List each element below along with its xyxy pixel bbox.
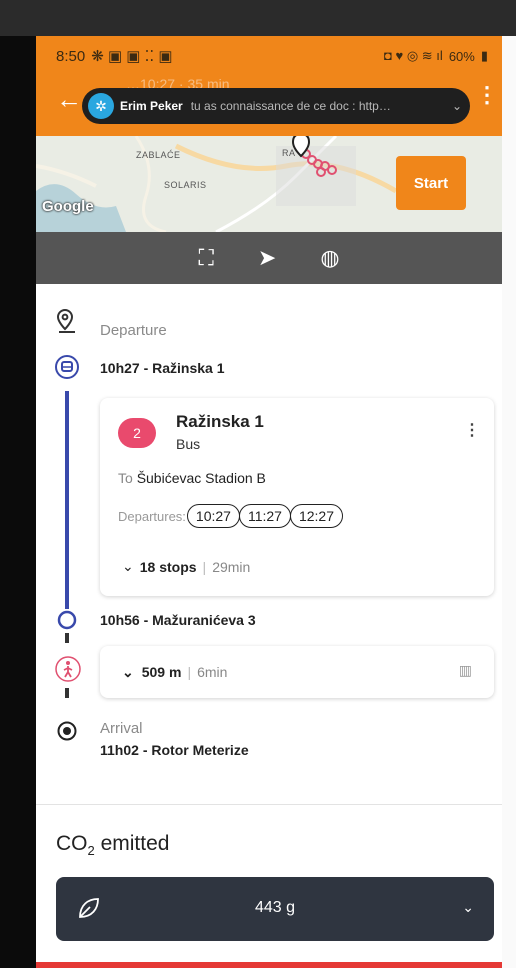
section-divider <box>36 804 502 805</box>
phone-screen: 8:50 ❋ ▣ ▣ ⁚⁚ ▣ ◘ ♥ ◎ ≋ ıl 60% ▮ …10:27 … <box>36 36 502 962</box>
route-map[interactable]: ZABLAĆE SOLARIS RA Google Start <box>36 136 502 232</box>
direction-prefix: To <box>118 470 133 486</box>
chevron-down-icon: ⌄ <box>122 663 134 680</box>
walk-duration: 6min <box>197 664 228 680</box>
co2-title: CO2 emitted <box>56 832 170 859</box>
status-bar: 8:50 ❋ ▣ ▣ ⁚⁚ ▣ ◘ ♥ ◎ ≋ ıl 60% ▮ <box>36 36 502 76</box>
departure-time-pill[interactable]: 10:27 <box>186 504 240 528</box>
walk-distance: 509 m <box>141 664 182 680</box>
device-top-bar <box>0 0 516 36</box>
co2-title-text: emitted <box>100 832 170 855</box>
app-header: 8:50 ❋ ▣ ▣ ⁚⁚ ▣ ◘ ♥ ◎ ≋ ıl 60% ▮ …10:27 … <box>36 36 502 136</box>
co2-value: 443 g <box>254 899 296 916</box>
leg1-departure: 10h27 - Ražinska 1 <box>100 360 225 376</box>
back-arrow-icon[interactable]: ← <box>56 86 82 112</box>
card-more-icon[interactable]: ⋮ <box>464 420 480 440</box>
departure-time-pill[interactable]: 12:27 <box>289 504 344 528</box>
route-badge: 2 <box>118 418 156 448</box>
transit-mode: Bus <box>176 436 201 452</box>
notification-avatar: ✲ <box>88 93 114 119</box>
walking-icon <box>54 655 82 683</box>
walk-dash <box>65 633 69 643</box>
departures-label: Departures: <box>118 508 186 524</box>
departures-row: Departures: 10:27 11:27 12:27 <box>118 504 344 528</box>
fullscreen-icon[interactable]: ⛶ <box>198 247 213 269</box>
bottom-accent-line <box>36 962 502 968</box>
device-right-margin <box>502 36 516 968</box>
locate-arrow-icon[interactable]: ➤ <box>258 247 276 269</box>
walk-card[interactable]: ⌄ 509 m | 6min ▥ <box>100 646 494 698</box>
direction-name: Šubićevac Stadion B <box>136 470 266 486</box>
leg2-stop: 10h56 - Mažuranićeva 3 <box>100 612 256 628</box>
chevron-down-icon[interactable]: ⌄ <box>462 899 474 916</box>
status-right: ◘ ♥ ◎ ≋ ıl 60% ▮ <box>384 48 488 64</box>
battery-percent: 60% <box>448 48 475 64</box>
notification-sender: Erim Peker <box>120 99 183 113</box>
transit-line <box>65 391 69 609</box>
stops-count: 18 stops <box>139 558 197 575</box>
map-toolbar: ⛶ ➤ ◍ <box>36 232 502 284</box>
chevron-down-icon[interactable]: ⌄ <box>452 99 462 113</box>
notification-message: tu as connaissance de ce doc : http… <box>190 99 391 113</box>
departure-time-pill[interactable]: 11:27 <box>238 504 291 528</box>
google-attribution: Google <box>42 198 94 215</box>
map-label-zablace: ZABLAĆE <box>136 150 181 160</box>
map-label-solaris: SOLARIS <box>164 180 207 190</box>
transit-stop-name: Ražinska 1 <box>176 412 264 431</box>
status-time: 8:50 <box>56 47 86 65</box>
stops-toggle[interactable]: ⌄ 18 stops | 29min <box>122 558 250 575</box>
separator: | <box>187 664 192 680</box>
departure-label: Departure <box>100 322 167 339</box>
arrival-time-stop: 11h02 - Rotor Meterize <box>100 742 249 758</box>
arrival-icon <box>54 718 80 744</box>
transit-card[interactable]: 2 Ražinska 1 Bus ⋮ To Šubićevac Stadion … <box>100 398 494 596</box>
transit-duration: 29min <box>212 558 251 575</box>
battery-icon: ▮ <box>480 48 488 63</box>
chevron-down-icon: ⌄ <box>122 558 134 574</box>
notification-bubble[interactable]: ✲ Erim Peker tu as connaissance de ce do… <box>82 88 470 124</box>
bus-stop-icon <box>54 354 80 380</box>
arrival-label: Arrival <box>100 720 143 737</box>
departure-pin-icon <box>54 308 80 338</box>
transit-direction: To Šubićevac Stadion B <box>118 470 266 486</box>
start-button[interactable]: Start <box>396 156 466 210</box>
globe-icon[interactable]: ◍ <box>320 247 339 269</box>
walk-dash <box>65 688 69 698</box>
map-label-ra: RA <box>282 148 296 158</box>
status-system-icons: ◘ ♥ ◎ ≋ ıl <box>384 48 443 63</box>
status-notification-icons: ❋ ▣ ▣ ⁚⁚ ▣ <box>91 48 173 65</box>
stop-circle-icon <box>54 608 80 632</box>
co2-card[interactable]: 443 g ⌄ <box>56 877 494 941</box>
separator: | <box>202 558 207 575</box>
device-left-bezel <box>0 36 36 968</box>
more-options-icon[interactable]: ⋮ <box>476 84 498 106</box>
status-left: 8:50 ❋ ▣ ▣ ⁚⁚ ▣ <box>56 47 173 66</box>
map-icon[interactable]: ▥ <box>459 662 472 679</box>
